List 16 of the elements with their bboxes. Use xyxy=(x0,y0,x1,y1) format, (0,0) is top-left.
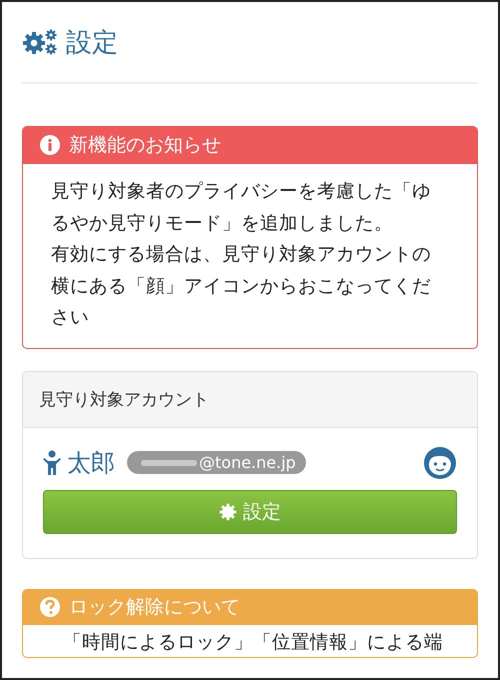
gears-icon xyxy=(22,28,58,56)
settings-button[interactable]: 設定 xyxy=(43,490,457,534)
account-email: @tone.ne.jp xyxy=(127,451,306,474)
help-icon xyxy=(39,596,61,618)
unlock-text: 「時間によるロック」「位置情報」による端 xyxy=(62,630,444,654)
gear-icon xyxy=(219,502,237,520)
notice-text: 見守り対象者のプライバシーを考慮した「ゆるやか見守りモード」を追加しました。 xyxy=(51,180,432,236)
notice-text: 有効にする場合は、見守り対象アカウントの横にある「顔」アイコンからおこなってください xyxy=(51,243,432,330)
unlock-title: ロック解除について xyxy=(69,594,240,620)
page-title: 設定 xyxy=(66,26,118,60)
account-name: 太郎 xyxy=(67,448,115,478)
face-icon[interactable] xyxy=(423,446,457,480)
account-panel-title: 見守り対象アカウント xyxy=(39,388,209,410)
info-icon xyxy=(39,134,61,156)
person-icon xyxy=(43,450,61,476)
notice-title: 新機能のお知らせ xyxy=(69,133,221,158)
